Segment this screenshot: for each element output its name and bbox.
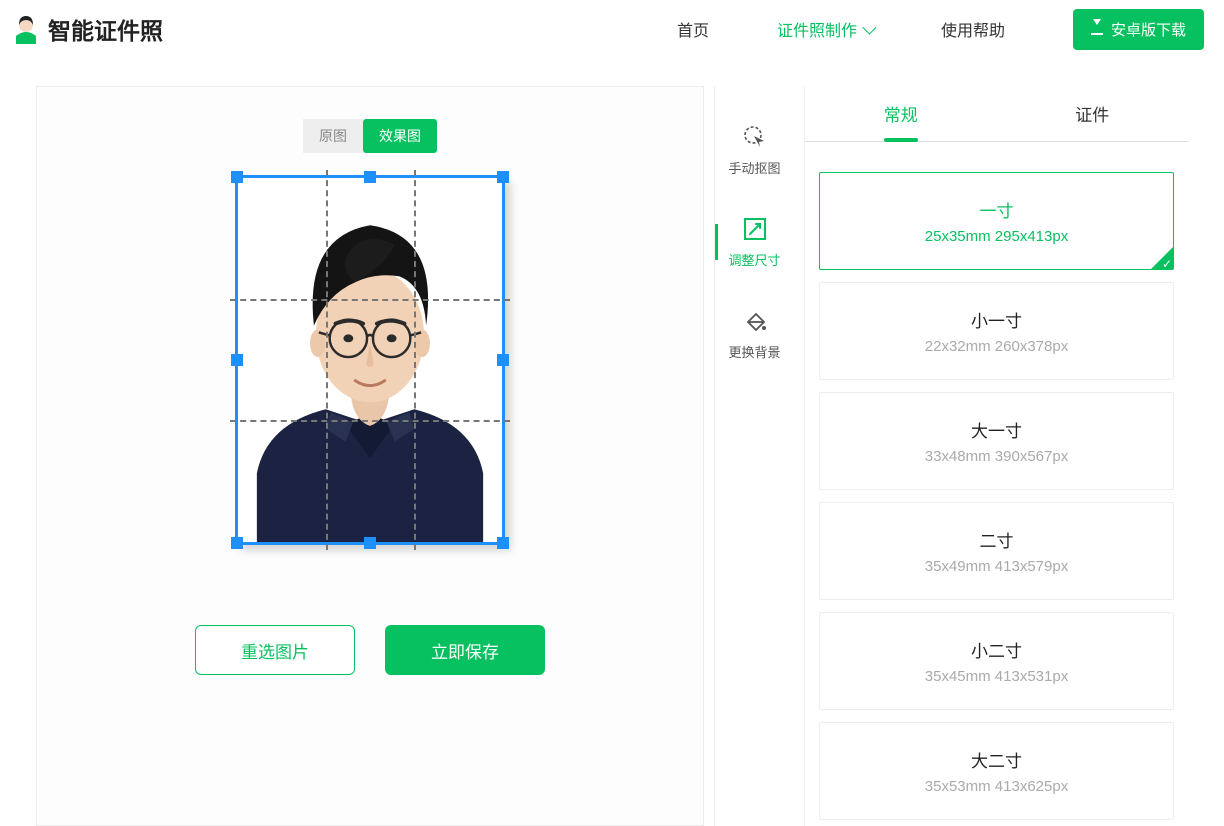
tool-sidebar: 手动抠图 调整尺寸 更换背景	[714, 86, 794, 826]
crop-handle[interactable]	[497, 537, 509, 549]
brand-title: 智能证件照	[48, 12, 163, 46]
crop-guide	[230, 299, 510, 301]
tool-label: 更换背景	[728, 342, 780, 361]
crop-handle[interactable]	[497, 171, 509, 183]
crop-handle[interactable]	[364, 537, 376, 549]
crop-guide	[326, 170, 328, 550]
editor-panel: 原图 效果图	[36, 86, 704, 826]
size-option-title: 小二寸	[971, 637, 1022, 662]
nav-make-label: 证件照制作	[777, 17, 857, 41]
chevron-down-icon	[862, 21, 876, 35]
tool-label: 手动抠图	[728, 158, 780, 177]
toggle-result[interactable]: 效果图	[363, 119, 437, 153]
tool-resize[interactable]: 调整尺寸	[715, 196, 794, 288]
tool-label: 调整尺寸	[728, 250, 780, 269]
crop-handle[interactable]	[231, 537, 243, 549]
size-option-title: 小一寸	[971, 307, 1022, 332]
paint-bucket-icon	[742, 308, 768, 334]
size-option-dim: 25x35mm 295x413px	[925, 228, 1068, 245]
crop-handle[interactable]	[231, 171, 243, 183]
size-option-dim: 35x53mm 413x625px	[925, 778, 1068, 795]
size-option[interactable]: 大二寸 35x53mm 413x625px	[819, 722, 1174, 820]
nav-help[interactable]: 使用帮助	[941, 17, 1005, 41]
toggle-original[interactable]: 原图	[303, 119, 363, 153]
size-option-title: 大一寸	[971, 417, 1022, 442]
tool-manual-cutout[interactable]: 手动抠图	[715, 104, 794, 196]
reselect-image-button[interactable]: 重选图片	[195, 625, 355, 675]
size-option-title: 二寸	[980, 527, 1014, 552]
top-nav: 首页 证件照制作 使用帮助 安卓版下载	[677, 9, 1204, 50]
crop-guide	[414, 170, 416, 550]
app-header: 智能证件照 首页 证件照制作 使用帮助 安卓版下载	[0, 0, 1224, 58]
save-button[interactable]: 立即保存	[385, 625, 545, 675]
resize-icon	[742, 216, 768, 242]
size-option[interactable]: 小二寸 35x45mm 413x531px	[819, 612, 1174, 710]
download-icon	[1091, 23, 1103, 35]
brand-icon	[14, 14, 38, 44]
cursor-select-icon	[742, 124, 768, 150]
tool-change-background[interactable]: 更换背景	[715, 288, 794, 380]
size-option-dim: 22x32mm 260x378px	[925, 338, 1068, 355]
nav-home[interactable]: 首页	[677, 17, 709, 41]
brand-block: 智能证件照	[14, 12, 163, 46]
download-android-button[interactable]: 安卓版下载	[1073, 9, 1204, 50]
size-option-title: 大二寸	[971, 747, 1022, 772]
main-area: 原图 效果图	[0, 58, 1224, 826]
size-option[interactable]: 一寸 25x35mm 295x413px	[819, 172, 1174, 270]
tab-regular[interactable]: 常规	[805, 86, 997, 141]
editor-actions: 重选图片 立即保存	[195, 625, 545, 675]
size-option-dim: 35x45mm 413x531px	[925, 668, 1068, 685]
size-tabs: 常规 证件	[805, 86, 1188, 142]
view-toggle: 原图 效果图	[303, 119, 437, 153]
crop-handle[interactable]	[364, 171, 376, 183]
crop-guide	[230, 420, 510, 422]
crop-handle[interactable]	[497, 354, 509, 366]
download-label: 安卓版下载	[1111, 19, 1186, 40]
photo-crop-frame[interactable]	[235, 175, 505, 545]
crop-handle[interactable]	[231, 354, 243, 366]
size-option-dim: 35x49mm 413x579px	[925, 558, 1068, 575]
size-option-title: 一寸	[980, 197, 1014, 222]
size-panel: 常规 证件 一寸 25x35mm 295x413px 小一寸 22x32mm 260x…	[804, 86, 1188, 826]
size-option-dim: 33x48mm 390x567px	[925, 448, 1068, 465]
id-photo-preview	[238, 178, 502, 542]
size-list: 一寸 25x35mm 295x413px 小一寸 22x32mm 260x378px 大…	[805, 142, 1188, 820]
tab-certificate[interactable]: 证件	[997, 86, 1189, 141]
nav-make[interactable]: 证件照制作	[777, 17, 873, 41]
size-option[interactable]: 大一寸 33x48mm 390x567px	[819, 392, 1174, 490]
size-option[interactable]: 小一寸 22x32mm 260x378px	[819, 282, 1174, 380]
size-option[interactable]: 二寸 35x49mm 413x579px	[819, 502, 1174, 600]
